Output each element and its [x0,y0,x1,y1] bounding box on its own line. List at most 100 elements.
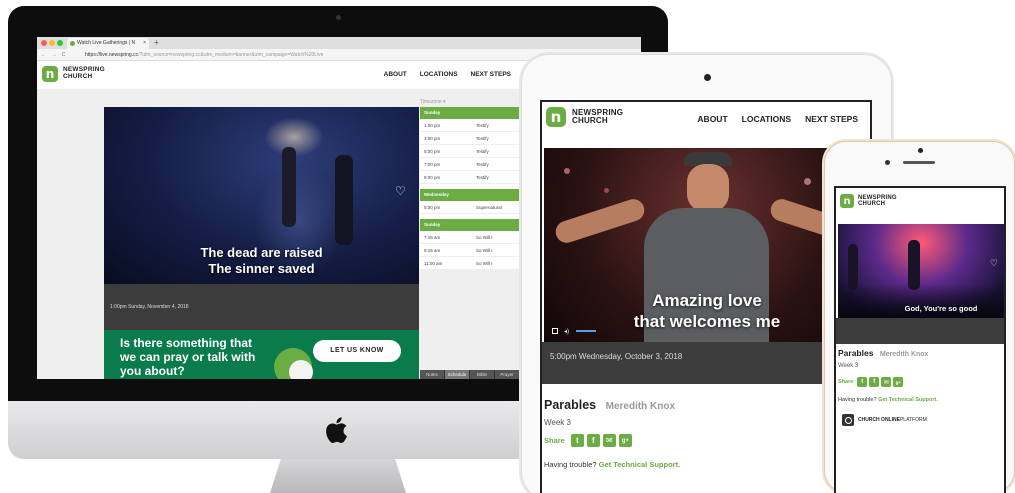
desktop-video-caption-bar: 1:00pm Sunday, November 4, 2018 [104,284,419,330]
schedule-time: 3:00 pm [424,136,441,141]
tablet-video-player[interactable]: Amazing love that welcomes me ◂) [544,148,870,342]
email-icon[interactable]: ✉ [881,377,892,387]
schedule-title: Testify [476,175,489,180]
newspring-logo[interactable]: n NEWSPRING CHURCH [42,66,105,82]
google-plus-icon[interactable]: g+ [893,377,904,387]
schedule-row[interactable]: 9:15 am So Will I [420,244,520,257]
volume-slider[interactable] [576,330,596,332]
google-plus-icon[interactable]: g+ [618,434,632,447]
volume-icon[interactable]: ◂) [564,328,569,335]
schedule-row[interactable]: 7:15 am So Will I [420,231,520,244]
tab-bible[interactable]: Bible [470,370,495,379]
phone-screen: n NEWSPRING CHURCH ♡ God, You're so good… [834,186,1006,493]
schedule-time: 5:00 pm [424,149,441,154]
lyric-line-2: that welcomes me [633,312,781,331]
imac-stand [270,459,406,493]
desktop-nav: ABOUT LOCATIONS NEXT STEPS [384,71,511,78]
browser-tab-bar: Watch Live Gatherings | N × + [37,37,641,49]
newspring-logo[interactable]: n NEWSPRING CHURCH [840,194,897,208]
sermon-speaker: Meredith Knox [879,351,929,358]
bokeh-light [804,178,811,185]
close-window-icon[interactable] [41,40,47,46]
schedule-row[interactable]: 3:00 pm Testify [420,132,520,145]
schedule-row[interactable]: 1:00 pm Testify [420,119,520,132]
prayer-line-1: Is there something that [120,336,253,350]
trouble-text: Having trouble? [544,460,597,469]
nav-next-steps[interactable]: NEXT STEPS [471,71,511,78]
facebook-icon[interactable]: f [586,434,600,447]
newspring-logo[interactable]: n NEWSPRING CHURCH [546,107,623,127]
bokeh-light [564,168,570,174]
nav-next-steps[interactable]: NEXT STEPS [805,114,858,124]
desktop-lyrics: The dead are raised The sinner saved [104,245,419,277]
ipad-camera [704,74,711,81]
sermon-title: Parables [838,348,874,358]
prayer-line-2: we can pray or talk with [120,350,256,364]
singer-face [687,164,729,212]
church-online-logo-icon [842,414,854,426]
tech-support-link[interactable]: Get Technical Support. [599,460,681,469]
schedule-row[interactable]: 7:00 pm Testify [420,158,520,171]
tech-support-link[interactable]: Get Technical Support. [878,397,938,403]
timezone-select[interactable]: Timezone ▾ [420,99,446,105]
logo-line2: CHURCH [858,201,886,207]
facebook-icon[interactable]: f [869,377,880,387]
schedule-row[interactable]: 5:00 pm Testify [420,145,520,158]
phone-video-player[interactable]: ♡ God, You're so good [838,224,1004,318]
browser-nav-arrows-icon[interactable]: ← → C [41,49,67,61]
phone-lyrics: God, You're so good [904,304,978,313]
new-tab-icon[interactable]: + [154,37,159,49]
share-label: Share [838,379,854,385]
heart-icon[interactable]: ♡ [395,185,409,197]
url-text[interactable]: https://live.newspring.cc/?utm_source=ne… [85,49,323,61]
maximize-window-icon[interactable] [57,40,63,46]
tab-notes[interactable]: Notes [420,370,445,379]
schedule-time: 11:00 am [424,261,443,266]
twitter-icon[interactable]: t [570,434,584,447]
sermon-speaker: Meredith Knox [605,401,676,412]
schedule-title: So Will I [476,235,493,240]
schedule-row[interactable]: 9:00 pm Testify [420,171,520,184]
fullscreen-icon[interactable] [552,328,558,334]
twitter-icon[interactable]: t [857,377,868,387]
sermon-heading: Parables Meredith Knox [544,398,675,412]
schedule-time: 9:15 am [424,248,441,253]
minimize-window-icon[interactable] [49,40,55,46]
schedule-title: Supernatural [476,205,502,210]
heart-icon[interactable]: ♡ [990,258,998,269]
tablet-lyrics: Amazing love that welcomes me [544,290,870,332]
let-us-know-button[interactable]: LET US KNOW [313,340,401,362]
tech-support-line: Having trouble? Get Technical Support. [544,460,680,469]
nav-about[interactable]: ABOUT [697,114,727,124]
prayer-prompt: Is there something that we can pray or t… [120,336,255,378]
email-icon[interactable]: ✉ [602,434,616,447]
lyric-line-2: The sinner saved [208,261,315,276]
nav-about[interactable]: ABOUT [384,71,407,78]
browser-tab[interactable]: Watch Live Gatherings | N × [67,38,149,49]
browser-tab-title: Watch Live Gatherings | N [77,40,136,46]
logo-wordmark: NEWSPRING CHURCH [858,195,897,208]
prayer-line-3: you about? [120,364,185,378]
tab-prayer[interactable]: Prayer [495,370,520,379]
trouble-text: Having trouble? [838,397,877,403]
prayer-banner: Is there something that we can pray or t… [104,330,419,379]
schedule-day-header: Wednesday [420,189,520,201]
tablet-video-caption-bar: 5:00pm Wednesday, October 3, 2018 [542,342,870,384]
tab-close-icon[interactable]: × [143,38,146,49]
singer-arm-left [552,196,648,246]
schedule-row[interactable]: 5:00 pm Supernatural [420,201,520,214]
share-row: Share t f ✉ g+ [544,434,632,447]
desktop-video-player[interactable]: ♡ The dead are raised The sinner saved [104,107,419,284]
schedule-time: 5:00 pm [424,205,441,210]
platform-name-bold: CHURCH ONLINE [858,417,900,423]
nav-locations[interactable]: LOCATIONS [742,114,791,124]
nav-locations[interactable]: LOCATIONS [420,71,458,78]
church-online-platform-badge[interactable]: CHURCH ONLINE PLATFORM [842,414,927,426]
decorative-circle [289,360,313,379]
apple-logo-icon [326,417,347,443]
schedule-row[interactable]: 11:00 am So Will I [420,257,520,270]
schedule-time: 7:15 am [424,235,441,240]
schedule-time: 7:00 pm [424,162,441,167]
schedule-title: So Will I [476,248,493,253]
tab-schedule[interactable]: Schedule [445,370,470,379]
